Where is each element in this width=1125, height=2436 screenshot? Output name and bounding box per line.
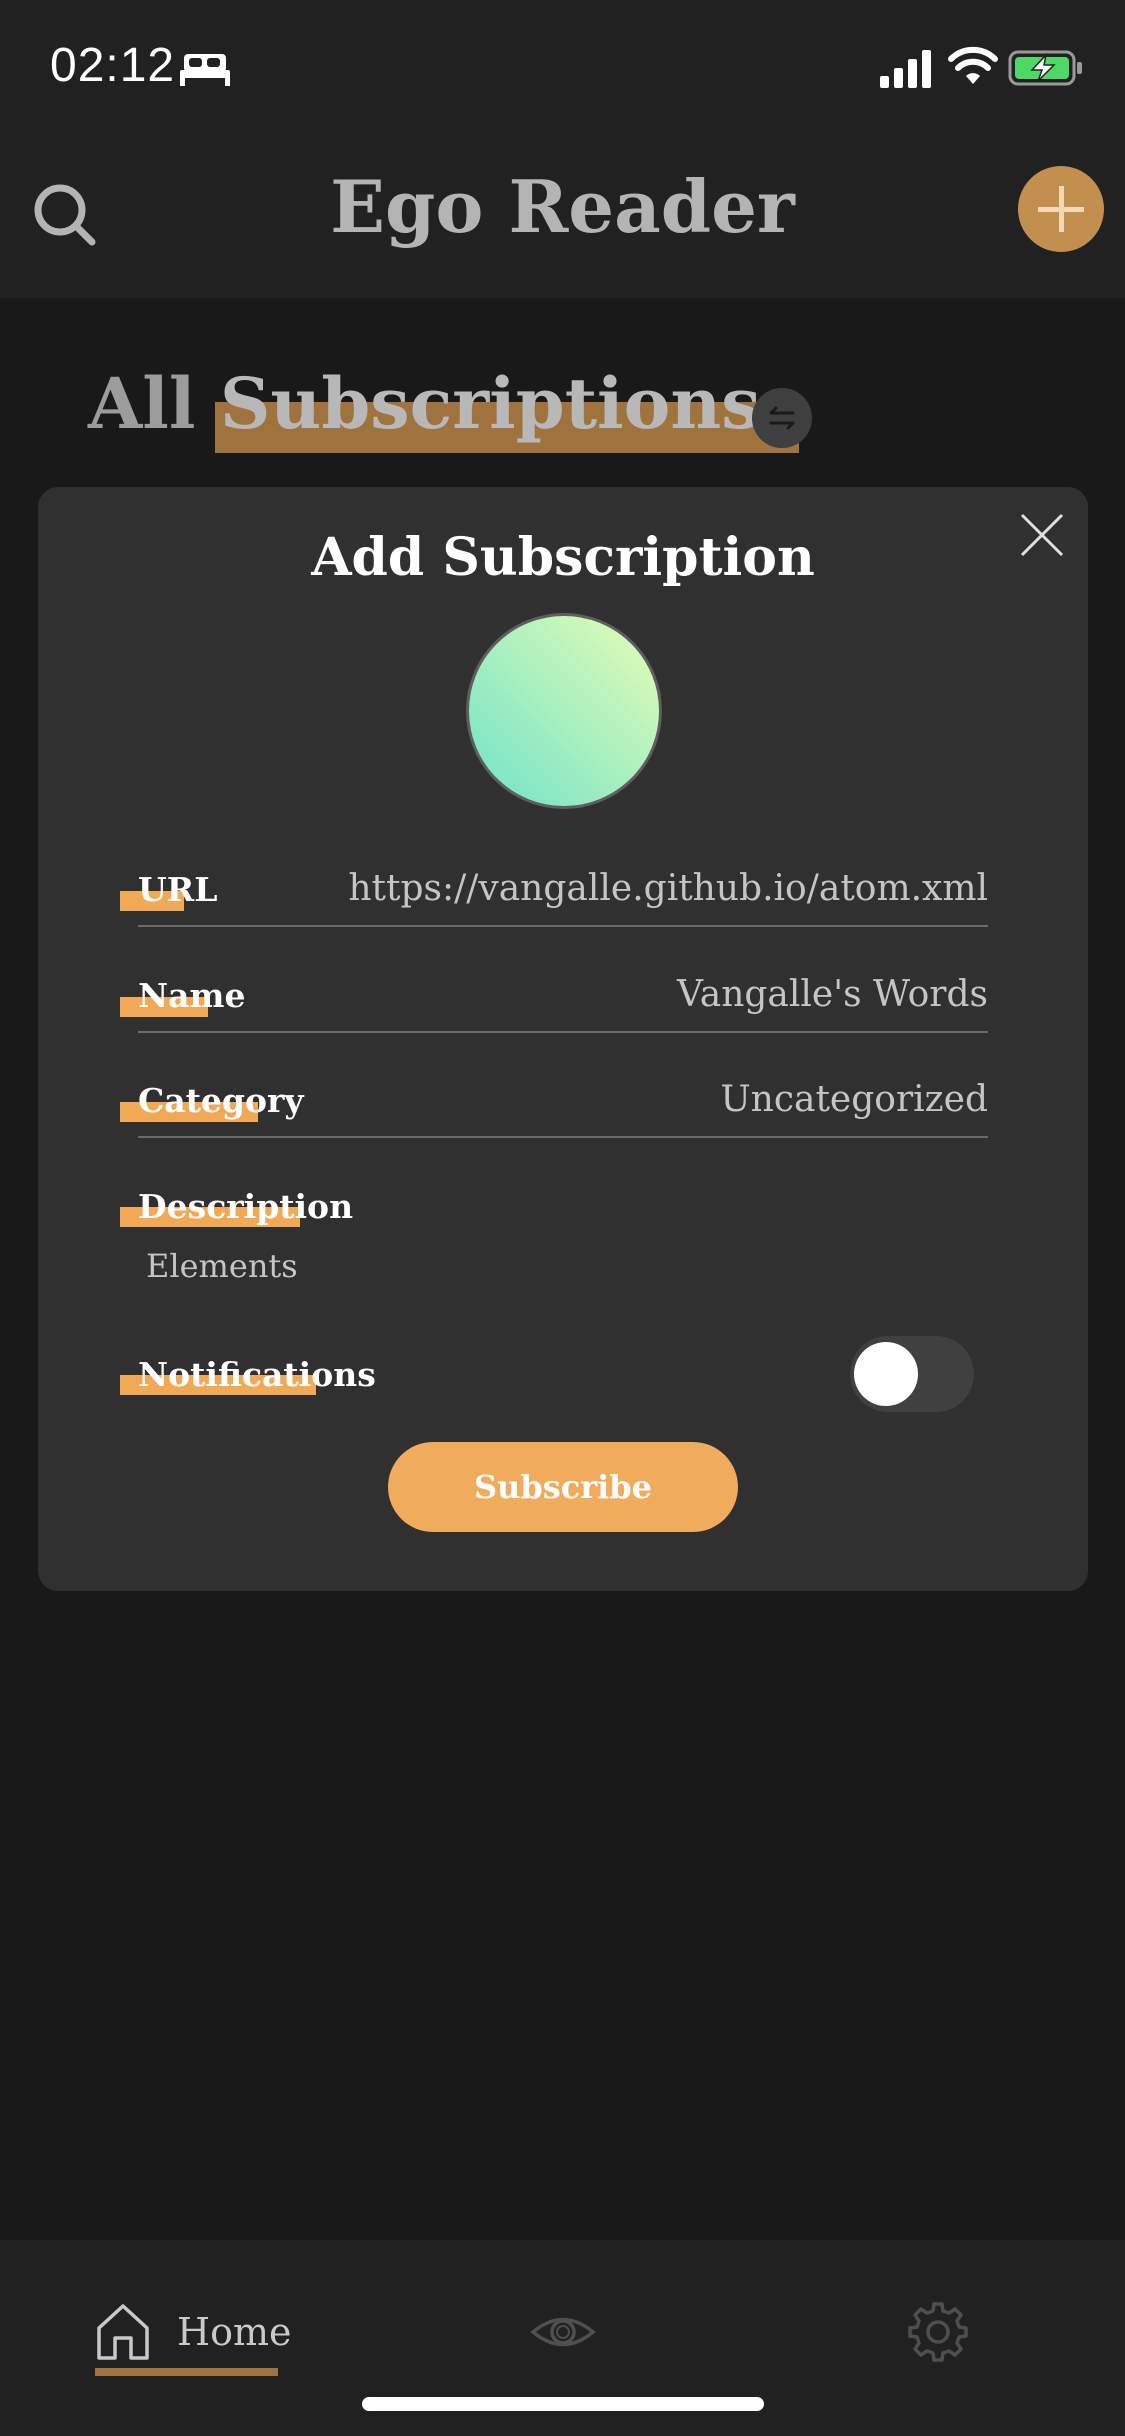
app-title: Ego Reader [330, 164, 795, 249]
feed-avatar[interactable] [466, 613, 662, 809]
status-bar: 02:12 [0, 0, 1125, 140]
url-label: URL [138, 870, 218, 909]
section-title-highlight: Subscriptions [220, 362, 761, 445]
swap-icon[interactable] [752, 388, 812, 448]
name-input[interactable]: Vangalle's Words [677, 974, 988, 1015]
modal-title: Add Subscription [311, 527, 815, 588]
add-subscription-button[interactable] [1018, 166, 1104, 252]
category-select[interactable]: Uncategorized [720, 1079, 988, 1120]
wifi-icon [948, 46, 998, 84]
section-title-prefix: All [88, 362, 220, 445]
status-time: 02:12 [50, 39, 176, 92]
tab-home[interactable]: Home [95, 2270, 292, 2376]
home-icon [97, 2304, 149, 2360]
section-title-main: Subscriptions [219, 362, 761, 445]
subscribe-button[interactable]: Subscribe [388, 1442, 738, 1532]
battery-charging-icon [1008, 50, 1082, 86]
notifications-toggle[interactable] [850, 1336, 974, 1412]
active-tab-indicator [95, 2368, 278, 2376]
description-input[interactable]: Elements [146, 1247, 298, 1285]
tab-home-label: Home [177, 2310, 292, 2354]
app-header: Ego Reader [0, 140, 1125, 298]
home-indicator [362, 2397, 764, 2411]
notifications-label: Notifications [138, 1355, 376, 1394]
toggle-knob [854, 1342, 918, 1406]
url-field[interactable]: URL https://vangalle.github.io/atom.xml [120, 847, 988, 927]
eye-icon[interactable] [530, 2302, 596, 2362]
name-field[interactable]: Name Vangalle's Words [120, 953, 988, 1033]
add-subscription-modal: Add Subscription URL https://vangalle.gi… [38, 487, 1088, 1591]
url-input[interactable]: https://vangalle.github.io/atom.xml [348, 868, 988, 909]
category-field[interactable]: Category Uncategorized [120, 1058, 988, 1138]
bed-icon [180, 54, 230, 86]
section-title: All Subscriptions [88, 362, 761, 445]
description-label: Description [138, 1187, 354, 1226]
signal-icon [880, 50, 931, 88]
name-label: Name [138, 976, 246, 1015]
category-label: Category [138, 1081, 304, 1120]
gear-icon[interactable] [906, 2300, 970, 2364]
